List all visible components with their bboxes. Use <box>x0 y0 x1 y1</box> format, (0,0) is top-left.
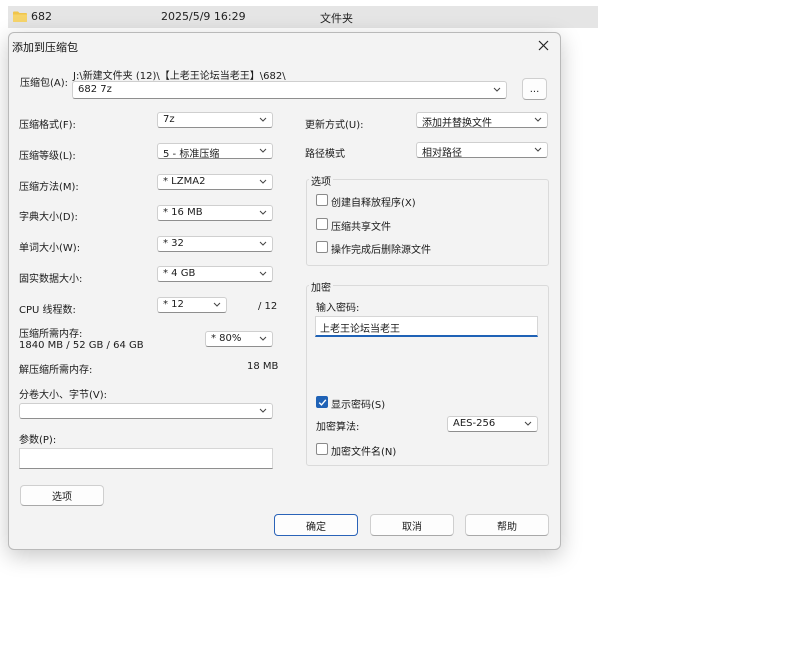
update-mode-value: 添加并替换文件 <box>422 118 492 129</box>
chevron-down-icon <box>259 117 267 122</box>
cpu-threads-label: CPU 线程数: <box>19 305 76 316</box>
cpu-threads-total: / 12 <box>258 301 278 312</box>
encryption-group-title: 加密 <box>309 279 333 294</box>
options-button[interactable]: 选项 <box>20 485 104 506</box>
encrypt-names-label: 加密文件名(N) <box>331 447 397 458</box>
word-size-label: 单词大小(W): <box>19 243 81 254</box>
create-sfx-checkbox[interactable] <box>316 194 328 206</box>
encryption-method-label: 加密算法: <box>316 422 360 433</box>
parameters-input[interactable] <box>19 448 273 469</box>
archive-name-value: 682 7z <box>78 84 112 95</box>
ok-button[interactable]: 确定 <box>274 514 358 536</box>
word-size-combo[interactable]: * 32 <box>157 236 273 252</box>
path-mode-value: 相对路径 <box>422 148 462 159</box>
path-mode-label: 路径模式 <box>305 149 345 160</box>
word-size-value: * 32 <box>163 238 184 249</box>
password-input[interactable]: 上老王论坛当老王 <box>315 316 538 337</box>
checkmark-icon <box>318 399 327 406</box>
create-sfx-label: 创建自释放程序(X) <box>331 198 416 209</box>
chevron-down-icon <box>259 241 267 246</box>
split-size-label: 分卷大小、字节(V): <box>19 390 108 401</box>
update-mode-combo[interactable]: 添加并替换文件 <box>416 112 548 129</box>
dictionary-value: * 16 MB <box>163 207 203 218</box>
solid-size-label: 固实数据大小: <box>19 274 83 285</box>
shared-files-checkbox[interactable] <box>316 218 328 230</box>
solid-size-combo[interactable]: * 4 GB <box>157 266 273 282</box>
explorer-file-date: 2025/5/9 16:29 <box>161 10 246 23</box>
close-button[interactable] <box>530 34 556 56</box>
show-password-checkbox[interactable] <box>316 396 328 408</box>
chevron-down-icon <box>493 87 501 92</box>
explorer-file-type: 文件夹 <box>320 12 353 25</box>
archive-name-combo[interactable]: 682 7z <box>72 81 507 99</box>
parameters-label: 参数(P): <box>19 435 57 446</box>
split-size-combo[interactable] <box>19 403 273 419</box>
options-group-title: 选项 <box>309 173 333 188</box>
level-combo[interactable]: 5 - 标准压缩 <box>157 143 273 160</box>
delete-after-label: 操作完成后删除源文件 <box>331 245 431 256</box>
dictionary-combo[interactable]: * 16 MB <box>157 205 273 221</box>
encryption-method-combo[interactable]: AES-256 <box>447 416 538 432</box>
show-password-label: 显示密码(S) <box>331 400 386 411</box>
chevron-down-icon <box>259 210 267 215</box>
archive-path: J:\新建文件夹 (12)\【上老王论坛当老王】\682\ <box>73 71 286 82</box>
decompress-memory-value: 18 MB <box>247 361 279 372</box>
password-value: 上老王论坛当老王 <box>320 324 400 335</box>
folder-icon <box>13 11 27 22</box>
encryption-method-value: AES-256 <box>453 418 496 429</box>
level-label: 压缩等级(L): <box>19 151 76 162</box>
chevron-down-icon <box>259 148 267 153</box>
dictionary-label: 字典大小(D): <box>19 212 78 223</box>
chevron-down-icon <box>259 408 267 413</box>
cpu-threads-value: * 12 <box>163 299 184 310</box>
method-label: 压缩方法(M): <box>19 182 79 193</box>
memory-detail: 1840 MB / 52 GB / 64 GB <box>19 340 144 351</box>
cpu-threads-combo[interactable]: * 12 <box>157 297 227 313</box>
chevron-down-icon <box>534 147 542 152</box>
format-combo[interactable]: 7z <box>157 112 273 128</box>
path-mode-combo[interactable]: 相对路径 <box>416 142 548 159</box>
memory-percent-value: * 80% <box>211 333 242 344</box>
format-value: 7z <box>163 114 175 125</box>
dialog-title: 添加到压缩包 <box>12 41 78 54</box>
help-button[interactable]: 帮助 <box>465 514 549 536</box>
chevron-down-icon <box>259 336 267 341</box>
browse-button[interactable]: ... <box>522 78 547 100</box>
format-label: 压缩格式(F): <box>19 120 76 131</box>
cancel-button[interactable]: 取消 <box>370 514 454 536</box>
method-value: * LZMA2 <box>163 176 206 187</box>
update-mode-label: 更新方式(U): <box>305 120 364 131</box>
chevron-down-icon <box>213 302 221 307</box>
shared-files-label: 压缩共享文件 <box>331 222 391 233</box>
explorer-file-name: 682 <box>31 10 52 23</box>
chevron-down-icon <box>259 271 267 276</box>
chevron-down-icon <box>534 117 542 122</box>
solid-size-value: * 4 GB <box>163 268 196 279</box>
memory-percent-combo[interactable]: * 80% <box>205 331 273 347</box>
delete-after-checkbox[interactable] <box>316 241 328 253</box>
chevron-down-icon <box>259 179 267 184</box>
chevron-down-icon <box>524 421 532 426</box>
explorer-file-row[interactable]: 682 2025/5/9 16:29 文件夹 <box>8 6 598 28</box>
add-to-archive-dialog: 添加到压缩包 压缩包(A): J:\新建文件夹 (12)\【上老王论坛当老王】\… <box>8 32 561 550</box>
archive-label: 压缩包(A): <box>20 78 69 89</box>
decompress-memory-label: 解压缩所需内存: <box>19 365 93 376</box>
password-label: 输入密码: <box>316 303 360 314</box>
method-combo[interactable]: * LZMA2 <box>157 174 273 190</box>
memory-label: 压缩所需内存: <box>19 329 83 340</box>
close-icon <box>538 40 548 50</box>
level-value: 5 - 标准压缩 <box>163 149 220 160</box>
encrypt-names-checkbox[interactable] <box>316 443 328 455</box>
